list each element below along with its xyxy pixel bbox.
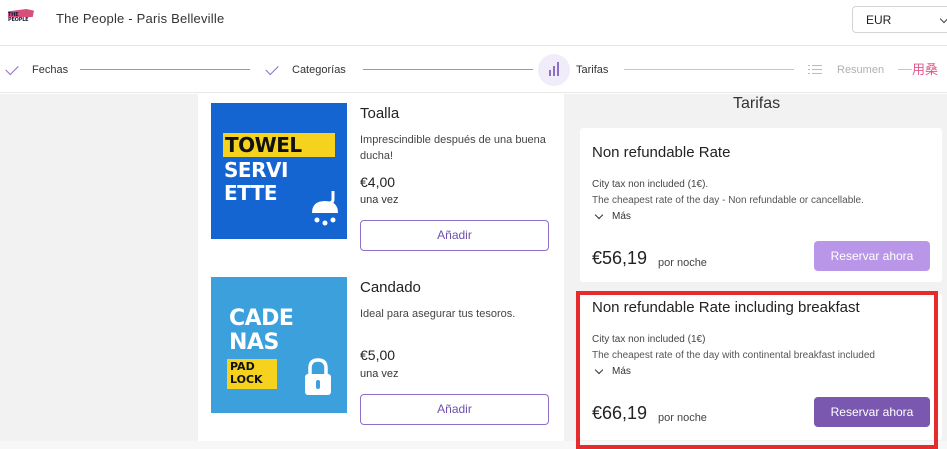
towel-image-text: SERVI ETTE bbox=[224, 158, 288, 205]
step-connector bbox=[624, 69, 794, 70]
step-connector bbox=[363, 69, 533, 70]
rate-tax-note: City tax non included (1€). bbox=[592, 179, 709, 190]
towel-image: TOWEL SERVI ETTE bbox=[211, 103, 347, 239]
logo-text: THE PEOPLE bbox=[8, 12, 29, 23]
booking-stepper: Fechas Categorías Tarifas Resumen 用桑 bbox=[0, 47, 947, 93]
add-padlock-button[interactable]: Añadir bbox=[360, 394, 549, 425]
more-label: Más bbox=[612, 366, 631, 377]
product-frequency: una vez bbox=[360, 194, 399, 206]
rate-description: The cheapest rate of the day - Non refun… bbox=[592, 195, 864, 206]
rates-title: Tarifas bbox=[733, 95, 781, 112]
step-connector bbox=[898, 69, 912, 70]
step-label: Categorías bbox=[292, 64, 346, 76]
check-icon bbox=[5, 61, 19, 75]
step-resumen[interactable]: Resumen bbox=[837, 47, 884, 93]
rate-more-toggle[interactable]: Más bbox=[594, 365, 631, 377]
left-gutter bbox=[0, 94, 198, 441]
product-price: €4,00 bbox=[360, 174, 396, 190]
lock-icon bbox=[305, 358, 331, 395]
currency-select[interactable]: EUR bbox=[852, 6, 947, 33]
hotel-name: The People - Paris Belleville bbox=[56, 11, 225, 26]
step-categorias[interactable]: Categorías bbox=[265, 47, 346, 93]
product-description: Ideal para asegurar tus tesoros. bbox=[360, 308, 516, 320]
hotel-logo[interactable]: THE PEOPLE bbox=[8, 9, 34, 25]
extras-list: TOWEL SERVI ETTE Toalla Imprescindible d… bbox=[198, 94, 564, 441]
reserve-now-button[interactable]: Reservar ahora bbox=[814, 241, 930, 271]
check-icon bbox=[265, 61, 279, 75]
overflow-text: 用桑 bbox=[912, 63, 939, 78]
rate-more-toggle[interactable]: Más bbox=[594, 210, 631, 222]
shower-icon bbox=[312, 191, 338, 226]
product-name: Toalla bbox=[360, 105, 400, 122]
rate-per-night: por noche bbox=[658, 412, 707, 424]
rate-name: Non refundable Rate bbox=[592, 144, 731, 161]
step-label: Fechas bbox=[32, 64, 69, 76]
rate-card-non-refundable: Non refundable Rate City tax non include… bbox=[580, 128, 942, 282]
chart-icon bbox=[538, 54, 570, 86]
rate-name: Non refundable Rate including breakfast bbox=[592, 299, 860, 316]
more-label: Más bbox=[612, 211, 631, 222]
rate-price: €56,19 bbox=[592, 248, 648, 268]
rate-tax-note: City tax non included (1€) bbox=[592, 334, 706, 345]
add-towel-button[interactable]: Añadir bbox=[360, 220, 549, 251]
chevron-down-icon bbox=[594, 210, 604, 219]
rate-description: The cheapest rate of the day with contin… bbox=[592, 350, 875, 361]
padlock-image-text: CADE NAS bbox=[229, 306, 294, 355]
rate-card-non-refundable-breakfast: Non refundable Rate including breakfast … bbox=[580, 294, 942, 440]
top-header: THE PEOPLE The People - Paris Belleville… bbox=[0, 0, 947, 46]
step-label: Resumen bbox=[837, 64, 885, 76]
padlock-image: CADE NAS PAD LOCK bbox=[211, 277, 347, 413]
chevron-down-icon bbox=[594, 365, 604, 374]
product-frequency: una vez bbox=[360, 368, 399, 380]
rate-per-night: por noche bbox=[658, 257, 707, 269]
chevron-down-icon bbox=[939, 14, 947, 24]
product-description: Imprescindible después de una buena duch… bbox=[360, 134, 546, 162]
step-fechas[interactable]: Fechas bbox=[5, 47, 69, 93]
currency-value: EUR bbox=[866, 13, 892, 27]
list-icon bbox=[808, 64, 822, 76]
page-footer-strip bbox=[0, 441, 947, 449]
padlock-image-text: PAD LOCK bbox=[230, 360, 263, 386]
reserve-now-button[interactable]: Reservar ahora bbox=[814, 397, 930, 427]
towel-image-text: TOWEL bbox=[225, 133, 302, 157]
rate-price: €66,19 bbox=[592, 403, 648, 423]
step-label: Tarifas bbox=[576, 64, 609, 76]
step-connector bbox=[80, 69, 250, 70]
step-tarifas[interactable]: Tarifas bbox=[576, 47, 608, 93]
product-price: €5,00 bbox=[360, 347, 396, 363]
product-name: Candado bbox=[360, 279, 421, 296]
